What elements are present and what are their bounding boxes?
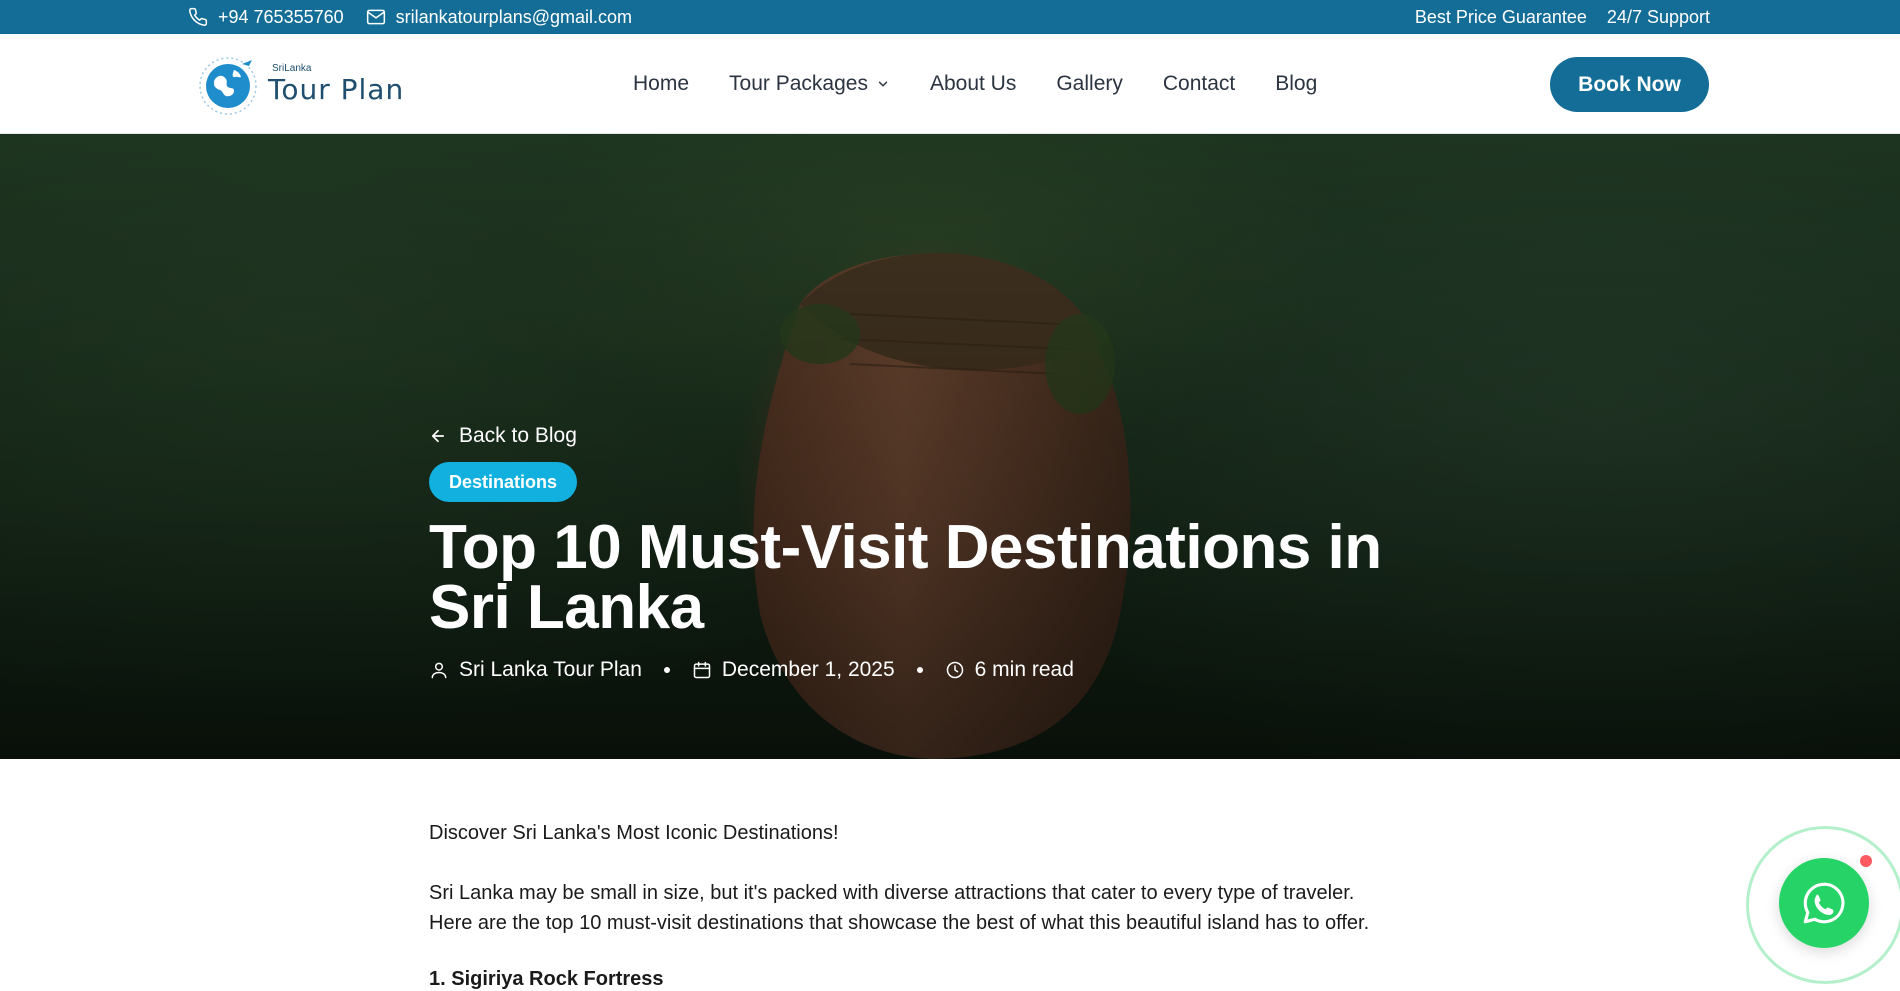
globe-logo-icon <box>199 57 257 115</box>
whatsapp-icon <box>1803 882 1845 924</box>
mail-icon <box>366 9 385 25</box>
publish-date: December 1, 2025 <box>721 658 895 681</box>
chevron-down-icon <box>878 81 888 87</box>
article-paragraph: Sri Lanka may be small in size, but it's… <box>429 878 1479 938</box>
whatsapp-button[interactable] <box>1779 858 1869 948</box>
phone-contact[interactable]: +94 765355760 <box>188 7 344 28</box>
article-paragraph-line1: Sri Lanka may be small in size, but it's… <box>429 882 1355 904</box>
best-price-guarantee: Best Price Guarantee <box>1414 6 1587 27</box>
email-address: srilankatourplans@gmail.com <box>395 6 633 27</box>
article-intro: Discover Sri Lanka's Most Iconic Destina… <box>429 822 839 844</box>
article-body: Discover Sri Lanka's Most Iconic Destina… <box>429 818 1479 991</box>
nav-tour-packages-label: Tour Packages <box>729 72 868 95</box>
main-nav: Home Tour Packages About Us Gallery Cont… <box>633 34 1317 134</box>
article-title-line1: Top 10 Must-Visit Destinations in <box>429 513 1382 582</box>
book-now-button[interactable]: Book Now <box>1550 57 1709 112</box>
phone-number: +94 765355760 <box>218 6 344 27</box>
clock-icon <box>946 661 963 679</box>
author-meta: Sri Lanka Tour Plan <box>429 658 642 682</box>
hero-content: Back to Blog Destinations Top 10 Must-Vi… <box>429 424 1429 682</box>
article-title-line2: Sri Lanka <box>429 573 704 642</box>
nav-gallery-label: Gallery <box>1056 72 1123 95</box>
article-title: Top 10 Must-Visit Destinations in Sri La… <box>429 517 1429 639</box>
calendar-icon <box>693 661 711 679</box>
nav-blog[interactable]: Blog <box>1275 72 1317 96</box>
top-info-bar: +94 765355760 srilankatourplans@gmail.co… <box>0 0 1900 34</box>
date-meta: December 1, 2025 <box>692 658 895 682</box>
article-meta: Sri Lanka Tour Plan December 1, 2025 6 m… <box>429 658 1429 682</box>
arrow-left-icon <box>431 429 445 443</box>
section-heading: 1. Sigiriya Rock Fortress <box>429 968 664 990</box>
site-header: SriLanka Tour Plan Home Tour Packages Ab… <box>0 34 1900 134</box>
nav-blog-label: Blog <box>1275 72 1318 95</box>
read-time: 6 min read <box>974 658 1074 681</box>
article-paragraph-line2: Here are the top 10 must-visit destinati… <box>429 912 1370 934</box>
meta-separator <box>663 667 670 673</box>
nav-contact[interactable]: Contact <box>1163 72 1235 96</box>
read-time-meta: 6 min read <box>945 658 1074 682</box>
nav-home[interactable]: Home <box>633 72 689 96</box>
hero-banner: Back to Blog Destinations Top 10 Must-Vi… <box>0 134 1900 759</box>
site-logo[interactable]: SriLanka Tour Plan <box>190 52 404 116</box>
notification-dot <box>1858 853 1874 869</box>
support-info: 24/7 Support <box>1606 6 1710 27</box>
user-icon <box>431 662 447 679</box>
category-badge[interactable]: Destinations <box>429 462 578 502</box>
logo-text: Tour Plan <box>268 73 405 106</box>
nav-about-label: About Us <box>929 72 1017 95</box>
email-contact[interactable]: srilankatourplans@gmail.com <box>366 7 632 28</box>
nav-about[interactable]: About Us <box>930 72 1016 96</box>
nav-contact-label: Contact <box>1162 72 1236 95</box>
meta-separator <box>916 667 923 673</box>
back-to-blog-label: Back to Blog <box>459 424 577 447</box>
author-name: Sri Lanka Tour Plan <box>459 658 642 681</box>
nav-tour-packages[interactable]: Tour Packages <box>729 72 890 96</box>
nav-gallery[interactable]: Gallery <box>1056 72 1123 96</box>
nav-home-label: Home <box>633 72 690 95</box>
phone-icon <box>189 7 208 26</box>
back-to-blog-link[interactable]: Back to Blog <box>429 424 1429 448</box>
